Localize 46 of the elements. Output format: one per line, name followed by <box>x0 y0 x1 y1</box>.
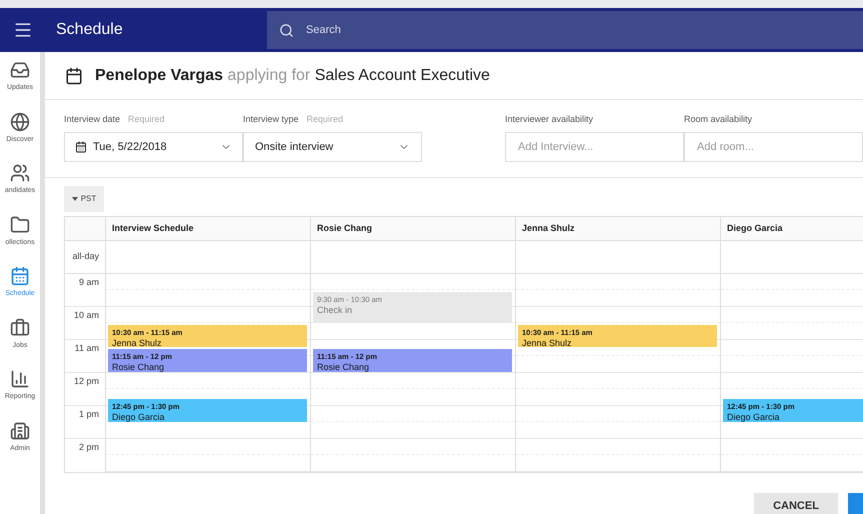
type-dropdown[interactable]: Onsite interview <box>243 132 422 162</box>
column-header: Rosie Chang <box>311 217 515 241</box>
search-field[interactable]: Search <box>306 22 863 38</box>
search-bar[interactable]: Search <box>267 11 863 49</box>
people-icon <box>10 163 30 183</box>
column-header: Diego Garcia <box>721 217 863 241</box>
event-title: Jenna Shulz <box>522 338 573 348</box>
field-label: Interviewer availability <box>505 112 594 126</box>
building-icon <box>10 420 30 440</box>
event-title: Jenna Shulz <box>112 338 163 348</box>
bar-chart-icon <box>10 369 30 389</box>
field-label: Interview date <box>64 112 120 126</box>
event-title: Diego Garcia <box>727 412 781 422</box>
folder-icon <box>10 214 30 234</box>
header-title: Schedule <box>56 20 124 40</box>
field-label: Room availability <box>684 112 752 126</box>
calendar-icon <box>65 66 83 84</box>
cancel-button[interactable]: CANCEL <box>754 493 838 514</box>
hour-label: 10 am <box>74 309 99 320</box>
interviewer-input[interactable]: Add Interview... <box>505 132 684 162</box>
calendar-icon <box>75 141 87 153</box>
event-title: Rosie Chang <box>112 362 166 372</box>
event-title: Rosie Chang <box>317 362 370 372</box>
hour-label: 9 am <box>78 276 99 287</box>
column-header: Jenna Shulz <box>516 217 720 241</box>
event-title: Check in <box>317 304 354 316</box>
page-title: Penelope Vargas applying for Sales Account Executive <box>95 66 490 86</box>
column-header: Interview Schedule <box>106 217 310 241</box>
search-icon <box>279 22 294 38</box>
hour-label: 12 pm <box>74 375 99 386</box>
inbox-icon <box>10 60 30 80</box>
required-hint: Required <box>128 112 165 126</box>
timezone-button[interactable]: PST <box>64 186 104 212</box>
field-label: Interview type <box>243 112 299 126</box>
hour-label: 1 pm <box>78 408 99 419</box>
event-title: Diego Garcia <box>112 412 166 422</box>
briefcase-icon <box>10 318 30 338</box>
hour-label: 11 am <box>74 342 99 353</box>
required-hint: Required <box>306 112 344 126</box>
hour-label: 2 pm <box>78 441 99 452</box>
caret-icon <box>72 197 78 201</box>
globe-icon <box>10 112 30 132</box>
calendar-icon <box>10 266 30 286</box>
all-day-label: all-day <box>72 250 99 264</box>
room-input[interactable]: Add room... <box>684 132 863 162</box>
date-dropdown[interactable]: Tue, 5/22/2018 <box>64 132 243 162</box>
